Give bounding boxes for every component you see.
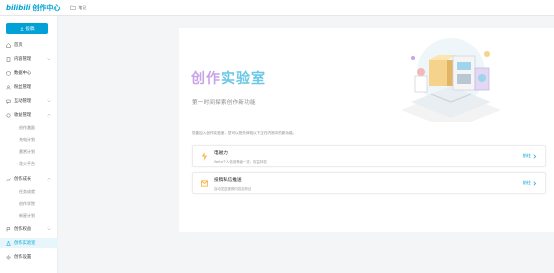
feature-go-label: 前往 xyxy=(522,180,531,185)
sidebar-subitem-newstar[interactable]: 新星计划 xyxy=(0,211,58,220)
feature-item[interactable]: 电磁力 Weta个人信用等级一览，权益特权 前往 xyxy=(192,145,546,167)
feature-title: 投稿私信推送 xyxy=(214,178,242,183)
sidebar-item-label: 收益管理 xyxy=(14,113,32,118)
logo-subtitle: 创作中心 xyxy=(32,3,61,12)
note-link[interactable]: 笔记 xyxy=(70,5,86,11)
logo[interactable]: bilibili 创作中心 xyxy=(6,3,60,13)
sidebar-item-home[interactable]: 首页 xyxy=(0,40,58,50)
chevron-up-icon xyxy=(47,113,51,116)
feature-desc: 自动发送视频内容至粉丝 xyxy=(214,187,252,191)
lab-subtitle: 第一时间探索创作新功能 xyxy=(192,100,256,106)
sidebar-item-label: 创作成长 xyxy=(14,177,32,182)
chevron-right-icon xyxy=(533,180,537,186)
sidebar-subitem-tasks[interactable]: 任务成就 xyxy=(0,187,58,196)
lab-title-part2: 实验室 xyxy=(221,71,266,87)
sidebar-subitem-spark[interactable]: 花火平台 xyxy=(0,159,58,168)
sidebar-item-fans[interactable]: 粉丝管理 xyxy=(0,82,58,92)
upload-icon xyxy=(20,26,23,31)
lab-title-part1: 创作 xyxy=(191,71,221,87)
sidebar-item-content[interactable]: 内容管理 xyxy=(0,54,58,64)
chevron-down-icon xyxy=(47,100,51,103)
sidebar-item-income[interactable]: 收益管理 xyxy=(0,110,58,120)
lab-card: 创作实验室 第一时间探索创作新功能 您能加入创作实验室，您可以抢先体验以下正在内… xyxy=(179,28,554,232)
flag-icon xyxy=(6,226,11,232)
sidebar-item-label: 粉丝管理 xyxy=(14,85,32,90)
post-button[interactable]: 投稿 xyxy=(6,23,48,34)
home-icon xyxy=(6,42,11,48)
sidebar-item-data[interactable]: 数据中心 xyxy=(0,68,58,78)
sidebar-subitem-academy[interactable]: 创作学院 xyxy=(0,199,58,208)
feature-item[interactable]: 投稿私信推送 自动发送视频内容至粉丝 前往 xyxy=(192,172,546,194)
sidebar-item-label: 互动管理 xyxy=(14,99,32,104)
sidebar-item-rights[interactable]: 创作权益 xyxy=(0,224,58,234)
feature-go-button[interactable]: 前往 xyxy=(523,180,537,186)
feature-desc: Weta个人信用等级一览，权益特权 xyxy=(214,160,267,164)
shield-icon xyxy=(6,70,11,76)
sidebar-item-label: 内容管理 xyxy=(14,57,32,62)
sidebar-item-label: 创作权益 xyxy=(14,227,32,232)
sidebar-subitem-bounty[interactable]: 悬赏计划 xyxy=(0,147,58,156)
post-button-label: 投稿 xyxy=(25,26,35,32)
feature-go-label: 前往 xyxy=(522,153,531,158)
sidebar-subitem-incentive[interactable]: 创作激励 xyxy=(0,123,58,132)
growth-icon xyxy=(6,177,11,182)
logo-brand: bilibili xyxy=(6,3,31,12)
chevron-right-icon xyxy=(533,153,537,159)
feature-title: 电磁力 xyxy=(214,151,228,156)
coin-icon xyxy=(6,113,11,118)
user-icon xyxy=(6,85,11,90)
sidebar-item-label: 创作设置 xyxy=(14,255,32,260)
sidebar-subitem-charge[interactable]: 充电计划 xyxy=(0,135,58,144)
lab-illustration xyxy=(401,38,501,122)
sidebar-item-label: 数据中心 xyxy=(14,71,32,76)
sidebar-item-label: 创作实验室 xyxy=(14,241,36,246)
note-label: 笔记 xyxy=(78,4,87,10)
lab-intro: 您能加入创作实验室，您可以抢先体验以下正在内测中的新功能。 xyxy=(192,131,297,135)
document-icon xyxy=(6,56,11,62)
chat-icon xyxy=(6,99,11,104)
sidebar-item-interaction[interactable]: 互动管理 xyxy=(0,96,58,106)
sidebar-item-label: 首页 xyxy=(14,43,23,48)
feature-go-button[interactable]: 前往 xyxy=(523,153,537,159)
sidebar: 投稿 首页 内容管理 数据中心 粉丝管理 互动管理 收益管理 创作激励 充电计划… xyxy=(0,16,58,273)
magnet-icon xyxy=(201,152,208,161)
top-bar: bilibili 创作中心 笔记 xyxy=(0,0,554,16)
chevron-down-icon xyxy=(47,58,51,61)
lab-icon xyxy=(6,240,11,246)
mail-icon xyxy=(201,180,208,187)
sidebar-item-settings[interactable]: 创作设置 xyxy=(0,252,58,262)
sidebar-item-lab[interactable]: 创作实验室 xyxy=(0,238,58,248)
lab-title: 创作实验室 xyxy=(191,68,266,88)
folder-icon xyxy=(70,5,77,10)
gear-icon xyxy=(6,255,11,260)
chevron-up-icon xyxy=(47,177,51,180)
main-area: 创作实验室 第一时间探索创作新功能 您能加入创作实验室，您可以抢先体验以下正在内… xyxy=(58,16,554,273)
sidebar-item-growth[interactable]: 创作成长 xyxy=(0,174,58,184)
chevron-down-icon xyxy=(47,228,51,231)
